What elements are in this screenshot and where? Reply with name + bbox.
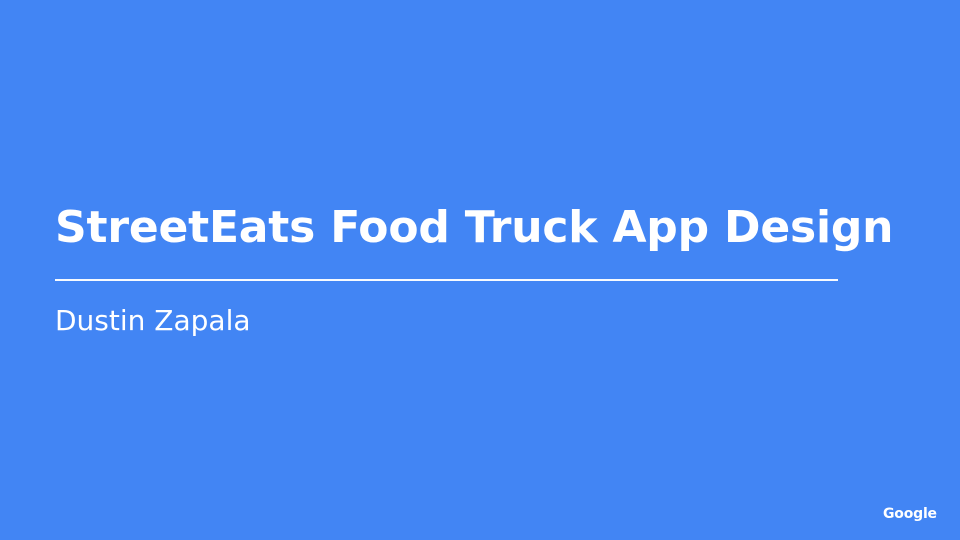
brand-logo: Google (883, 506, 937, 522)
title-divider (55, 279, 838, 281)
title-slide: StreetEats Food Truck App Design Dustin … (0, 0, 960, 540)
slide-subtitle: Dustin Zapala (55, 304, 251, 337)
slide-title: StreetEats Food Truck App Design (55, 202, 894, 253)
